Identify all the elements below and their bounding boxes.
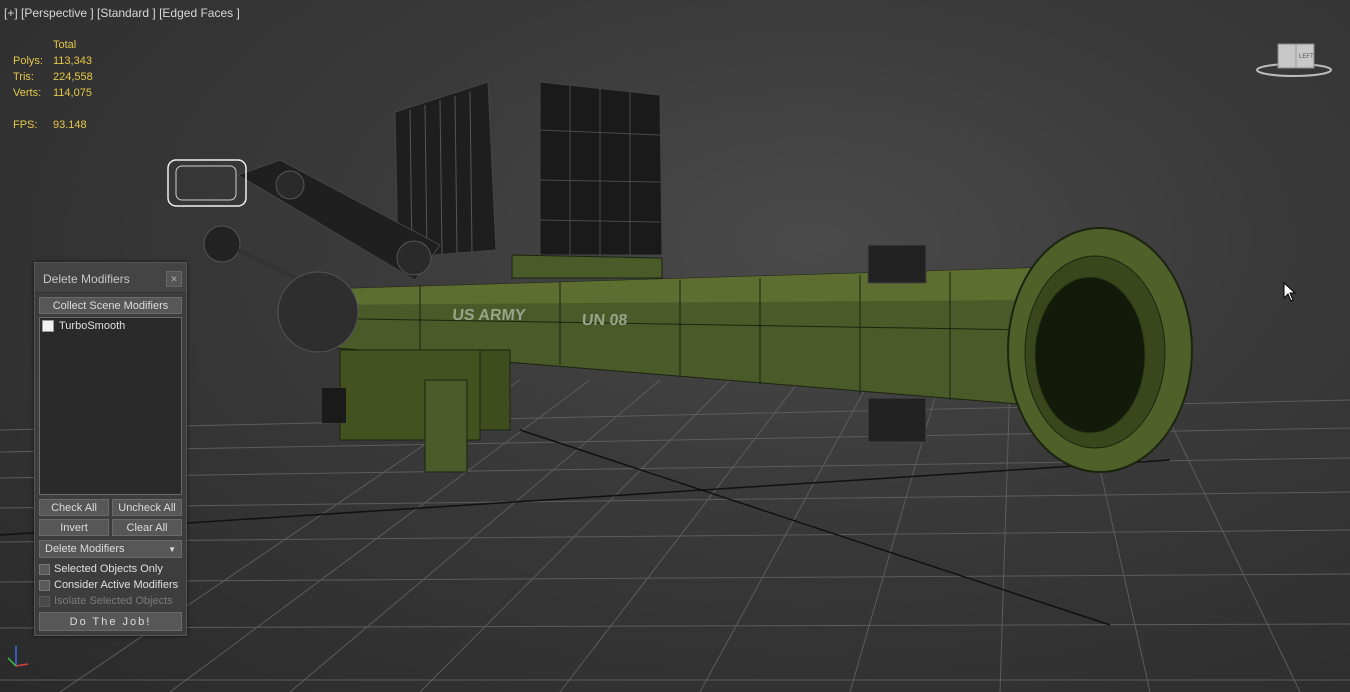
action-dropdown[interactable]: Delete Modifiers ▼	[39, 540, 182, 558]
dialog-title: Delete Modifiers	[43, 272, 130, 286]
close-icon[interactable]: ✕	[166, 271, 182, 287]
grip-assembly	[322, 349, 511, 473]
model-text-left: US ARMY	[452, 306, 527, 324]
axis-tripod-icon	[7, 646, 29, 667]
checkbox-box[interactable]	[39, 579, 50, 591]
collect-scene-modifiers-button[interactable]: Collect Scene Modifiers	[39, 297, 182, 314]
stats-row-verts: Verts: 114,075	[13, 87, 92, 99]
sight-fins	[394, 81, 663, 259]
selected-objects-only-checkbox[interactable]: Selected Objects Only	[39, 563, 163, 575]
svg-text:LEFT: LEFT	[1299, 54, 1314, 60]
list-item-checkbox[interactable]	[42, 320, 54, 332]
stats-row-tris: Tris: 224,558	[13, 71, 93, 83]
consider-active-modifiers-checkbox[interactable]: Consider Active Modifiers	[39, 579, 178, 591]
checkbox-box[interactable]	[39, 563, 50, 575]
checkbox-box	[39, 595, 50, 607]
uncheck-all-button[interactable]: Uncheck All	[112, 499, 182, 516]
stats-header: Total	[53, 39, 77, 51]
checkbox-label: Selected Objects Only	[54, 563, 163, 575]
chevron-down-icon: ▼	[168, 545, 176, 554]
grid-axis-y	[519, 429, 1111, 626]
front-block-bottom	[867, 397, 927, 443]
model-text-right: UN 08	[581, 311, 628, 329]
viewcube-icon[interactable]: LEFT	[1256, 38, 1334, 80]
invert-button[interactable]: Invert	[39, 519, 109, 536]
perspective-viewport[interactable]: US ARMY UN 08 [+] [Perspective] [Standa…	[0, 0, 1350, 692]
modifier-list[interactable]: TurboSmooth	[39, 317, 182, 495]
dropdown-value: Delete Modifiers	[45, 543, 125, 555]
do-the-job-button[interactable]: Do The Job!	[39, 612, 182, 631]
check-all-button[interactable]: Check All	[39, 499, 109, 516]
scene-render: US ARMY UN 08	[0, 81, 1350, 692]
delete-modifiers-dialog[interactable]: Delete Modifiers ✕ Collect Scene Modifie…	[34, 262, 187, 636]
stats-row-fps: FPS: 93.148	[13, 119, 87, 131]
viewport-statistics: Total Polys: 113,343 Tris: 224,558 Verts: 1…	[13, 37, 93, 133]
list-item-label: TurboSmooth	[59, 320, 126, 332]
stats-row-polys: Polys: 113,343	[13, 55, 92, 67]
muzzle	[1007, 227, 1193, 473]
mouse-cursor-icon	[1283, 282, 1297, 302]
checkbox-label: Isolate Selected Objects	[54, 595, 173, 607]
clear-all-button[interactable]: Clear All	[112, 519, 182, 536]
dialog-titlebar[interactable]: Delete Modifiers ✕	[35, 263, 186, 293]
viewport-label[interactable]: [+] [Perspective ] [Standard ] [Edged Fa…	[4, 6, 240, 20]
isolate-selected-objects-checkbox: Isolate Selected Objects	[39, 595, 173, 607]
front-block-top	[867, 244, 927, 284]
checkbox-label: Consider Active Modifiers	[54, 579, 179, 591]
list-item[interactable]: TurboSmooth	[42, 320, 125, 332]
